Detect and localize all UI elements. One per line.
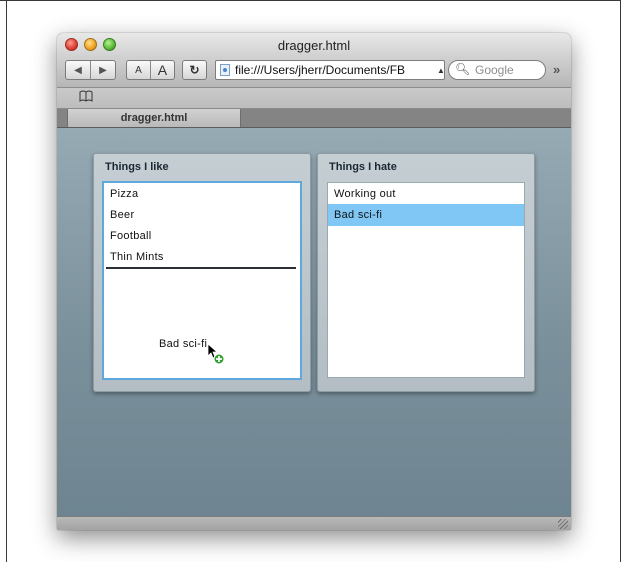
bookmarks-book-icon[interactable] bbox=[79, 90, 93, 105]
window-title: dragger.html bbox=[277, 38, 351, 53]
panel-title-like: Things I like bbox=[105, 161, 169, 173]
text-bigger-button[interactable]: A bbox=[151, 61, 174, 79]
drag-ghost-label: Bad sci-fi bbox=[159, 338, 208, 350]
address-stepper-icon[interactable]: ▲ bbox=[437, 60, 445, 80]
list-panel-hate: Things I hate Working out Bad sci-fi bbox=[317, 153, 535, 392]
drop-list-like[interactable]: Pizza Beer Football Thin Mints Bad sci-f… bbox=[102, 181, 302, 380]
resize-grip-icon[interactable] bbox=[558, 519, 568, 529]
list-item[interactable]: Thin Mints bbox=[104, 246, 300, 268]
list-item[interactable]: Pizza bbox=[104, 183, 300, 205]
search-field[interactable]: 🔍︎ Google bbox=[448, 60, 546, 80]
list-item[interactable]: Football bbox=[104, 225, 300, 247]
frame-border-right bbox=[620, 0, 621, 562]
address-text[interactable]: file:///Users/jherr/Documents/FB bbox=[235, 63, 405, 77]
reload-icon: ↻ bbox=[189, 63, 200, 77]
list-item[interactable]: Working out bbox=[328, 183, 524, 205]
search-icon[interactable]: 🔍︎ bbox=[455, 62, 470, 76]
forward-button[interactable]: ▶ bbox=[91, 61, 115, 79]
tab-label: dragger.html bbox=[120, 112, 188, 124]
tab-dragger[interactable]: dragger.html bbox=[67, 109, 241, 127]
address-bar[interactable]: file:///Users/jherr/Documents/FB bbox=[215, 60, 445, 80]
frame-border-top bbox=[0, 0, 621, 1]
browser-window: dragger.html ◀ ▶ A A ↻ file:///Users/jhe… bbox=[57, 33, 571, 530]
text-smaller-button[interactable]: A bbox=[127, 61, 150, 79]
list-item[interactable]: Beer bbox=[104, 204, 300, 226]
bookmarks-bar bbox=[57, 88, 571, 109]
list-item-selected[interactable]: Bad sci-fi bbox=[328, 204, 524, 226]
drop-insertion-line bbox=[106, 267, 296, 269]
toolbar-overflow-button[interactable]: » bbox=[553, 62, 560, 77]
back-forward-group: ◀ ▶ bbox=[65, 60, 116, 80]
title-bar: dragger.html ◀ ▶ A A ↻ file:///Users/jhe… bbox=[57, 33, 571, 88]
drop-list-hate[interactable]: Working out Bad sci-fi bbox=[327, 182, 525, 378]
search-placeholder: Google bbox=[475, 63, 514, 77]
text-size-group: A A bbox=[126, 60, 175, 80]
list-panel-like: Things I like Pizza Beer Football Thin M… bbox=[93, 153, 311, 392]
back-button[interactable]: ◀ bbox=[66, 61, 90, 79]
reload-button[interactable]: ↻ bbox=[182, 60, 207, 80]
status-bar bbox=[57, 516, 571, 530]
frame-border-left bbox=[6, 0, 7, 562]
panel-title-hate: Things I hate bbox=[329, 161, 397, 173]
page-file-icon bbox=[220, 64, 230, 76]
drag-copy-cursor-icon bbox=[207, 343, 225, 365]
tab-strip: dragger.html bbox=[57, 109, 571, 128]
